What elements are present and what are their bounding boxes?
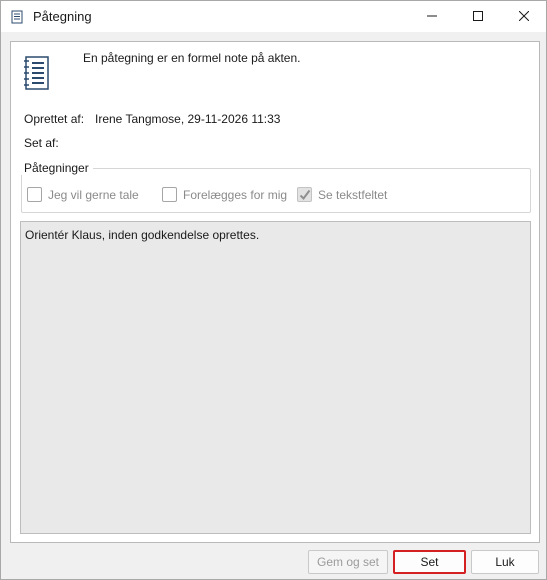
seen-button[interactable]: Set xyxy=(393,550,466,574)
talk-checkbox-label[interactable]: Jeg vil gerne tale xyxy=(48,188,139,202)
title-bar: Påtegning xyxy=(1,1,546,32)
notepad-icon xyxy=(11,10,23,24)
present-checkbox[interactable] xyxy=(162,187,177,202)
close-window-button[interactable] xyxy=(501,1,547,32)
maximize-icon xyxy=(473,10,483,24)
notepad-icon xyxy=(23,54,49,90)
close-button[interactable]: Luk xyxy=(471,550,539,574)
save-and-seen-button[interactable]: Gem og set xyxy=(308,550,388,574)
see-textfield-checkbox[interactable] xyxy=(297,187,312,202)
close-icon xyxy=(518,10,530,24)
seen-by-label: Set af: xyxy=(24,136,59,150)
note-textarea[interactable]: Orientér Klaus, inden godkendelse oprett… xyxy=(20,221,531,534)
dialog-window: Påtegning En påtegning er en formel note… xyxy=(0,0,547,580)
maximize-button[interactable] xyxy=(455,1,501,32)
present-checkbox-label[interactable]: Forelægges for mig xyxy=(183,188,287,202)
created-by-value: Irene Tangmose, 29-11-2026 11:33 xyxy=(95,112,281,126)
checkmark-icon xyxy=(299,189,311,201)
intro-text: En påtegning er en formel note på akten. xyxy=(83,51,301,65)
window-title: Påtegning xyxy=(33,9,92,24)
minimize-icon xyxy=(427,10,437,24)
minimize-button[interactable] xyxy=(409,1,455,32)
content-panel: En påtegning er en formel note på akten.… xyxy=(10,41,540,543)
created-by-label: Oprettet af: xyxy=(24,112,85,126)
talk-checkbox[interactable] xyxy=(27,187,42,202)
annotations-legend: Påtegninger xyxy=(20,161,93,175)
see-textfield-checkbox-label[interactable]: Se tekstfeltet xyxy=(318,188,387,202)
